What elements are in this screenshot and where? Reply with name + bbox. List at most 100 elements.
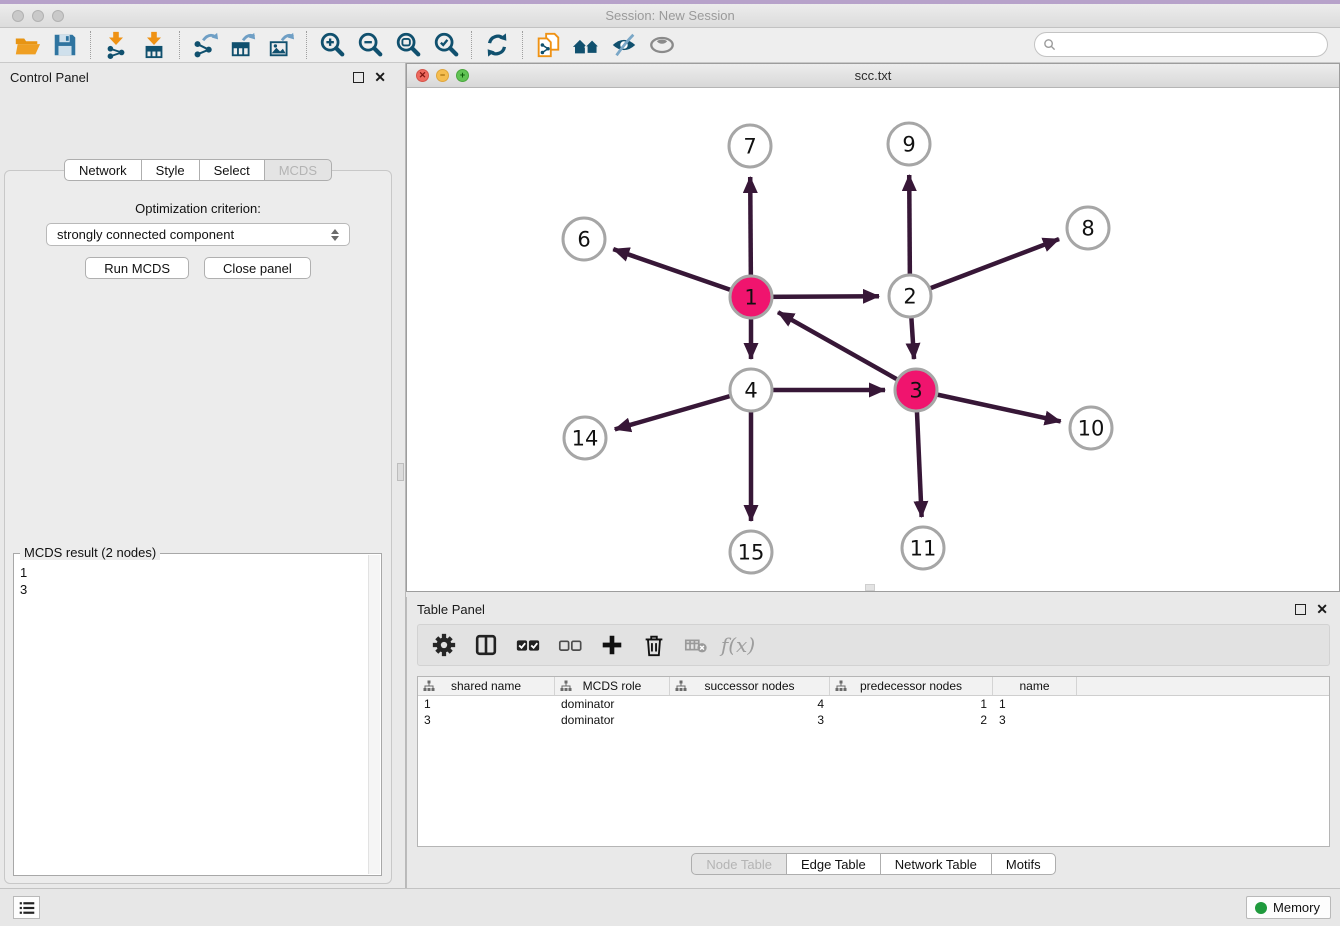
cell-shared-name[interactable]: 1: [418, 696, 555, 712]
table-panel: Table Panel ✕: [406, 597, 1340, 888]
criterion-select[interactable]: strongly connected component: [46, 223, 350, 246]
checked-boxes-icon: [515, 632, 541, 658]
table-row[interactable]: 1 dominator 4 1 1: [418, 696, 1329, 712]
column-header-mcds-role[interactable]: MCDS role: [555, 677, 670, 695]
criterion-selected-value: strongly connected component: [57, 227, 234, 242]
create-column-button[interactable]: [594, 628, 630, 662]
float-panel-icon[interactable]: [1295, 604, 1306, 615]
zoom-selected-button[interactable]: [427, 29, 465, 61]
column-header-predecessor-nodes[interactable]: predecessor nodes: [830, 677, 993, 695]
cell-mcds-role[interactable]: dominator: [555, 712, 670, 728]
result-scrollbar[interactable]: [368, 555, 380, 874]
cell-successor-nodes[interactable]: 3: [670, 712, 830, 728]
cell-name[interactable]: 1: [993, 696, 1077, 712]
save-session-button[interactable]: [46, 29, 84, 61]
toolbar-separator: [90, 31, 91, 59]
close-panel-button[interactable]: Close panel: [204, 257, 311, 279]
memory-button[interactable]: Memory: [1246, 896, 1331, 919]
graph-edge-2-8[interactable]: [910, 239, 1059, 296]
column-header-shared-name[interactable]: shared name: [418, 677, 555, 695]
close-panel-icon[interactable]: ✕: [1316, 602, 1328, 616]
network-close-button[interactable]: ✕: [416, 69, 429, 82]
cell-mcds-role[interactable]: dominator: [555, 696, 670, 712]
select-stepper-icon: [328, 227, 342, 243]
tab-network[interactable]: Network: [64, 159, 142, 181]
float-panel-icon[interactable]: [353, 72, 364, 83]
cell-predecessor-nodes[interactable]: 2: [830, 712, 993, 728]
network-maximize-button[interactable]: +: [456, 69, 469, 82]
zoom-in-icon: [318, 31, 346, 59]
network-graph[interactable]: 7968124314101511: [407, 88, 1339, 591]
zoom-out-button[interactable]: [351, 29, 389, 61]
node-table[interactable]: shared name MCDS role successor nodes pr…: [417, 676, 1330, 847]
run-mcds-button[interactable]: Run MCDS: [85, 257, 189, 279]
export-network-button[interactable]: [186, 29, 224, 61]
network-minimize-button[interactable]: −: [436, 69, 449, 82]
cell-name[interactable]: 3: [993, 712, 1077, 728]
show-columns-button[interactable]: [468, 628, 504, 662]
column-header-successor-nodes[interactable]: successor nodes: [670, 677, 830, 695]
cell-predecessor-nodes[interactable]: 1: [830, 696, 993, 712]
graph-node-label-7: 7: [743, 135, 756, 159]
zoom-fit-icon: [394, 31, 422, 59]
zoom-in-button[interactable]: [313, 29, 351, 61]
tab-edge-table[interactable]: Edge Table: [786, 853, 881, 875]
toolbar-separator: [306, 31, 307, 59]
hierarchy-icon: [835, 680, 847, 692]
import-network-button[interactable]: [97, 29, 135, 61]
deselect-all-rows-button[interactable]: [552, 628, 588, 662]
mcds-result-list[interactable]: 1 3: [20, 564, 367, 873]
cell-shared-name[interactable]: 3: [418, 712, 555, 728]
network-canvas[interactable]: 7968124314101511: [407, 88, 1339, 591]
optimization-criterion-label: Optimization criterion:: [5, 201, 391, 216]
select-all-rows-button[interactable]: [510, 628, 546, 662]
mcds-button-row: Run MCDS Close panel: [5, 257, 391, 279]
tab-network-table[interactable]: Network Table: [880, 853, 992, 875]
control-panel: Control Panel ✕ Network Style Select MCD…: [0, 63, 396, 890]
memory-label: Memory: [1273, 900, 1320, 915]
canvas-scroll-grip[interactable]: [865, 584, 875, 591]
apply-layout-button[interactable]: [478, 29, 516, 61]
export-network-icon: [191, 31, 219, 59]
tab-node-table[interactable]: Node Table: [691, 853, 787, 875]
cell-successor-nodes[interactable]: 4: [670, 696, 830, 712]
splitter-grip[interactable]: [397, 463, 404, 481]
hide-selected-button[interactable]: [605, 29, 643, 61]
task-history-button[interactable]: [13, 896, 40, 919]
open-file-button[interactable]: [8, 29, 46, 61]
function-builder-button-disabled: f(x): [720, 628, 756, 662]
delete-column-button[interactable]: [636, 628, 672, 662]
network-window-titlebar: ✕ − + scc.txt: [407, 64, 1339, 88]
node-table-header: shared name MCDS role successor nodes pr…: [418, 677, 1329, 696]
show-all-button[interactable]: [643, 29, 681, 61]
export-table-button[interactable]: [224, 29, 262, 61]
search-input[interactable]: [1056, 35, 1327, 55]
graph-node-label-6: 6: [577, 228, 590, 252]
main-toolbar: [0, 28, 1340, 63]
tab-mcds[interactable]: MCDS: [264, 159, 332, 181]
tab-select[interactable]: Select: [199, 159, 265, 181]
export-image-button[interactable]: [262, 29, 300, 61]
open-folder-icon: [13, 31, 41, 59]
mcds-result-box: MCDS result (2 nodes) 1 3: [13, 553, 382, 876]
table-row[interactable]: 3 dominator 3 2 3: [418, 712, 1329, 728]
zoom-fit-button[interactable]: [389, 29, 427, 61]
zoom-out-icon: [356, 31, 384, 59]
unchecked-boxes-icon: [557, 632, 583, 658]
table-settings-button[interactable]: [426, 628, 462, 662]
tab-motifs[interactable]: Motifs: [991, 853, 1056, 875]
clone-network-button[interactable]: [529, 29, 567, 61]
eye-slash-icon: [610, 31, 638, 59]
delete-table-icon: [683, 632, 709, 658]
first-neighbors-button[interactable]: [567, 29, 605, 61]
vertical-splitter[interactable]: [396, 63, 406, 890]
graph-edge-3-1[interactable]: [778, 312, 916, 390]
import-table-button[interactable]: [135, 29, 173, 61]
network-window-controls[interactable]: ✕ − +: [416, 69, 469, 82]
close-panel-icon[interactable]: ✕: [374, 70, 386, 84]
column-header-name[interactable]: name: [993, 677, 1077, 695]
search-field[interactable]: [1034, 32, 1328, 57]
tab-style[interactable]: Style: [141, 159, 200, 181]
graph-node-label-1: 1: [744, 286, 757, 310]
zoom-selected-icon: [432, 31, 460, 59]
